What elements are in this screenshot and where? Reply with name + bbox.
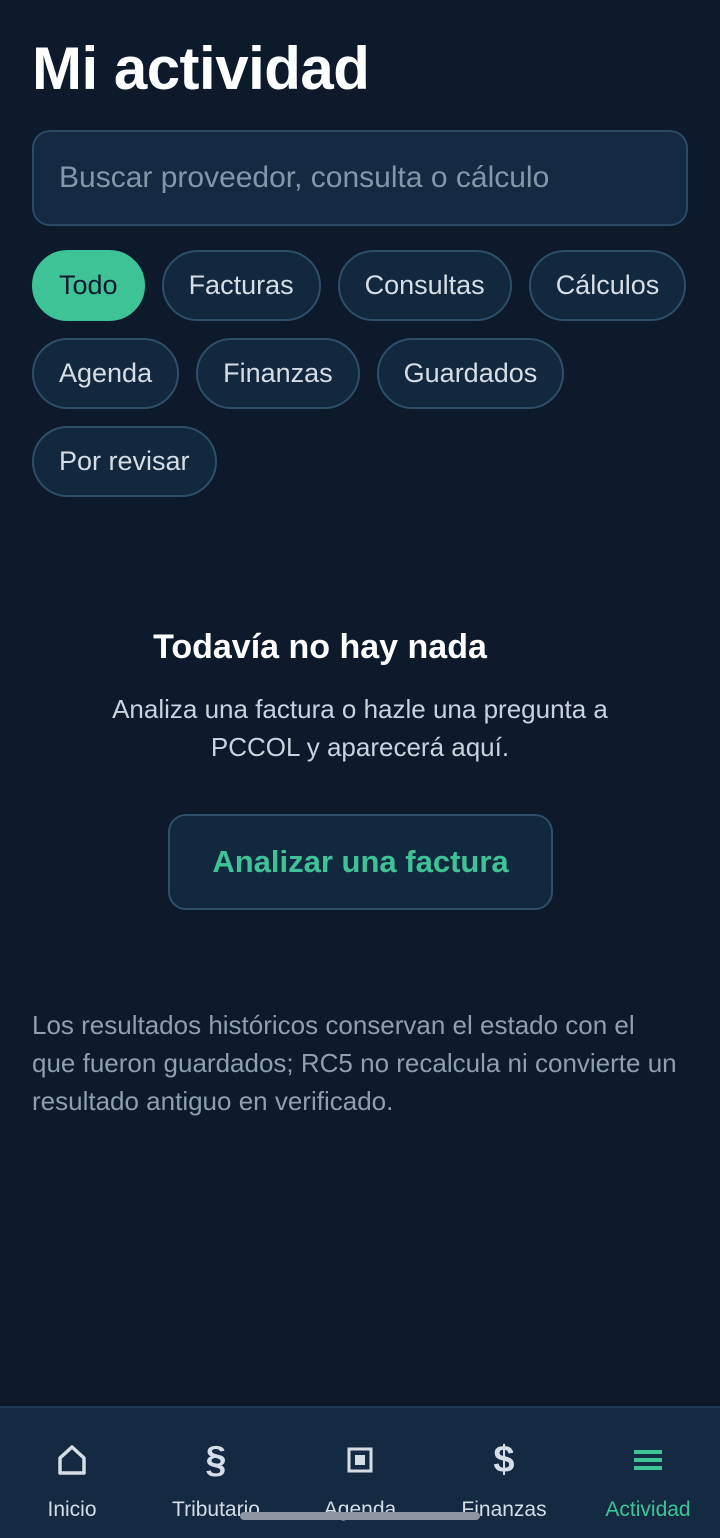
filter-chip-por-revisar[interactable]: Por revisar — [32, 426, 217, 497]
empty-state-title: Todavía no hay nada — [153, 628, 487, 666]
history-note: Los resultados históricos conservan el e… — [32, 1010, 677, 1116]
filter-chip-consultas[interactable]: Consultas — [337, 250, 512, 321]
nav-label-actividad: Actividad — [605, 1498, 691, 1521]
filter-chip-calculos[interactable]: Cálculos — [528, 250, 687, 321]
home-indicator[interactable] — [240, 1512, 480, 1520]
section-icon: § — [205, 1439, 227, 1481]
filter-chip-guardados[interactable]: Guardados — [376, 338, 565, 409]
square-icon — [338, 1438, 382, 1482]
nav-label-inicio: Inicio — [47, 1498, 97, 1521]
home-icon — [50, 1438, 94, 1482]
page-title: Mi actividad — [32, 35, 370, 102]
filter-chip-finanzas[interactable]: Finanzas — [196, 338, 360, 409]
analyze-invoice-button[interactable]: Analizar una factura — [168, 814, 553, 910]
dollar-icon: $ — [493, 1439, 515, 1481]
nav-item-inicio[interactable]: Inicio — [0, 1408, 144, 1538]
filter-chip-facturas[interactable]: Facturas — [161, 250, 321, 321]
search-field[interactable] — [32, 130, 688, 226]
nav-item-actividad[interactable]: Actividad — [576, 1408, 720, 1538]
empty-state-description: Analiza una factura o hazle una pregunta… — [112, 694, 608, 762]
search-input[interactable] — [59, 161, 661, 195]
filter-chip-agenda[interactable]: Agenda — [32, 338, 180, 409]
filter-chips: Todo Facturas Consultas Cálculos Agenda … — [32, 250, 692, 497]
menu-icon — [626, 1438, 670, 1482]
filter-chip-todo[interactable]: Todo — [32, 250, 145, 321]
